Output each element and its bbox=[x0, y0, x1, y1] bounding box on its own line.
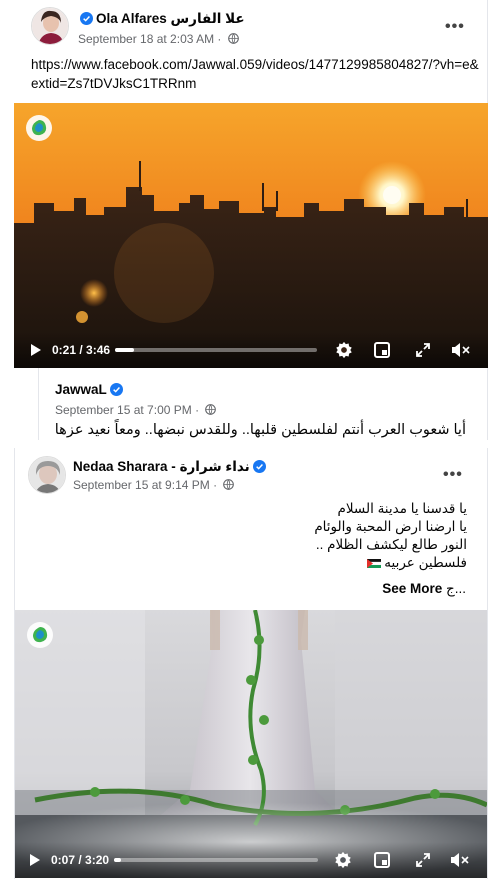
author-name-text: Nedaa Sharara - نداء شرارة bbox=[73, 459, 250, 474]
play-button[interactable] bbox=[25, 842, 45, 878]
more-options-button[interactable]: ••• bbox=[443, 466, 463, 484]
shared-author-text: JawwaL bbox=[55, 382, 107, 397]
post-text-line: النور طالع ليكشف الظلام .. bbox=[315, 537, 467, 552]
mute-button[interactable] bbox=[447, 842, 473, 878]
post-timestamp[interactable]: September 18 at 2:03 AM · bbox=[78, 32, 239, 46]
post-ola-alfares: Ola Alfares علا الفارس September 18 at 2… bbox=[14, 0, 488, 440]
timestamp-text: September 18 at 2:03 AM bbox=[78, 32, 215, 46]
verified-badge-icon bbox=[252, 460, 266, 473]
mute-button[interactable] bbox=[448, 332, 474, 368]
settings-button[interactable] bbox=[332, 332, 356, 368]
post-link[interactable]: https://www.facebook.com/Jawwal.059/vide… bbox=[31, 55, 486, 93]
author-name[interactable]: Ola Alfares علا الفارس bbox=[77, 11, 245, 27]
globe-icon bbox=[227, 33, 239, 44]
video-progress-bar[interactable] bbox=[114, 858, 318, 862]
shared-post-attachment[interactable]: JawwaL September 15 at 7:00 PM · أيا شعو… bbox=[38, 368, 488, 440]
verified-badge-icon bbox=[109, 383, 123, 396]
fullscreen-button[interactable] bbox=[412, 332, 434, 368]
play-icon bbox=[31, 344, 41, 356]
post-text-line: فلسطين عربيه bbox=[67, 554, 467, 572]
post-text-line: يا ارضنا ارض المحبة والوئام bbox=[314, 519, 467, 534]
globe-icon bbox=[223, 479, 235, 490]
jawwal-logo-icon bbox=[27, 622, 53, 648]
miniplayer-button[interactable] bbox=[371, 332, 393, 368]
fullscreen-button[interactable] bbox=[412, 842, 434, 878]
video-progress-fill bbox=[115, 348, 134, 352]
video-player-dress[interactable]: 0:07 / 3:20 bbox=[15, 610, 487, 878]
avatar-ola-alfares[interactable] bbox=[31, 7, 69, 45]
verified-badge-icon bbox=[80, 12, 93, 25]
video-controls: 0:21 / 3:46 bbox=[14, 332, 488, 368]
video-time: 0:21 / 3:46 bbox=[52, 343, 111, 357]
avatar-nedaa-sharara[interactable] bbox=[28, 456, 66, 494]
play-button[interactable] bbox=[26, 332, 46, 368]
mute-icon bbox=[451, 853, 469, 867]
post-text-line-4: فلسطين عربيه bbox=[384, 555, 467, 570]
shared-timestamp[interactable]: September 15 at 7:00 PM · bbox=[55, 403, 217, 417]
more-options-button[interactable]: ••• bbox=[445, 18, 465, 36]
shared-timestamp-text: September 15 at 7:00 PM bbox=[55, 403, 192, 417]
settings-icon bbox=[336, 341, 352, 359]
post-nedaa-sharara: Nedaa Sharara - نداء شرارة September 15 … bbox=[14, 448, 488, 879]
jawwal-logo-icon bbox=[26, 115, 52, 141]
author-name-text: Ola Alfares علا الفارس bbox=[96, 11, 245, 26]
timestamp-text: September 15 at 9:14 PM bbox=[73, 478, 210, 492]
miniplayer-button[interactable] bbox=[371, 842, 393, 878]
author-name[interactable]: Nedaa Sharara - نداء شرارة bbox=[73, 459, 269, 475]
post-timestamp[interactable]: September 15 at 9:14 PM · bbox=[73, 478, 235, 492]
truncated-text: ج... bbox=[446, 581, 466, 596]
miniplayer-icon bbox=[374, 852, 390, 868]
mute-icon bbox=[452, 343, 470, 357]
shared-author-name[interactable]: JawwaL bbox=[55, 382, 126, 397]
settings-icon bbox=[335, 851, 351, 869]
settings-button[interactable] bbox=[331, 842, 355, 878]
video-frame-white-dress bbox=[15, 610, 487, 878]
video-player-sunset[interactable]: 0:21 / 3:46 bbox=[14, 103, 488, 368]
fullscreen-icon bbox=[416, 853, 430, 867]
video-progress-bar[interactable] bbox=[115, 348, 317, 352]
post-text: يا قدسنا يا مدينة السلام يا ارضنا ارض ال… bbox=[67, 500, 467, 572]
video-time: 0:07 / 3:20 bbox=[51, 853, 110, 867]
globe-icon bbox=[205, 404, 217, 415]
see-more: See More ج... bbox=[382, 581, 466, 597]
post-text-line: يا قدسنا يا مدينة السلام bbox=[337, 501, 468, 516]
shared-post-text: أيا شعوب العرب أنتم لفلسطين قلبها.. وللق… bbox=[54, 422, 466, 438]
video-progress-fill bbox=[114, 858, 122, 862]
video-frame-city-sunset bbox=[14, 103, 488, 368]
play-icon bbox=[30, 854, 40, 866]
see-more-link[interactable]: See More bbox=[382, 581, 442, 596]
fullscreen-icon bbox=[416, 343, 430, 357]
video-controls: 0:07 / 3:20 bbox=[15, 842, 487, 878]
palestine-flag-icon bbox=[366, 559, 381, 568]
miniplayer-icon bbox=[374, 342, 390, 358]
